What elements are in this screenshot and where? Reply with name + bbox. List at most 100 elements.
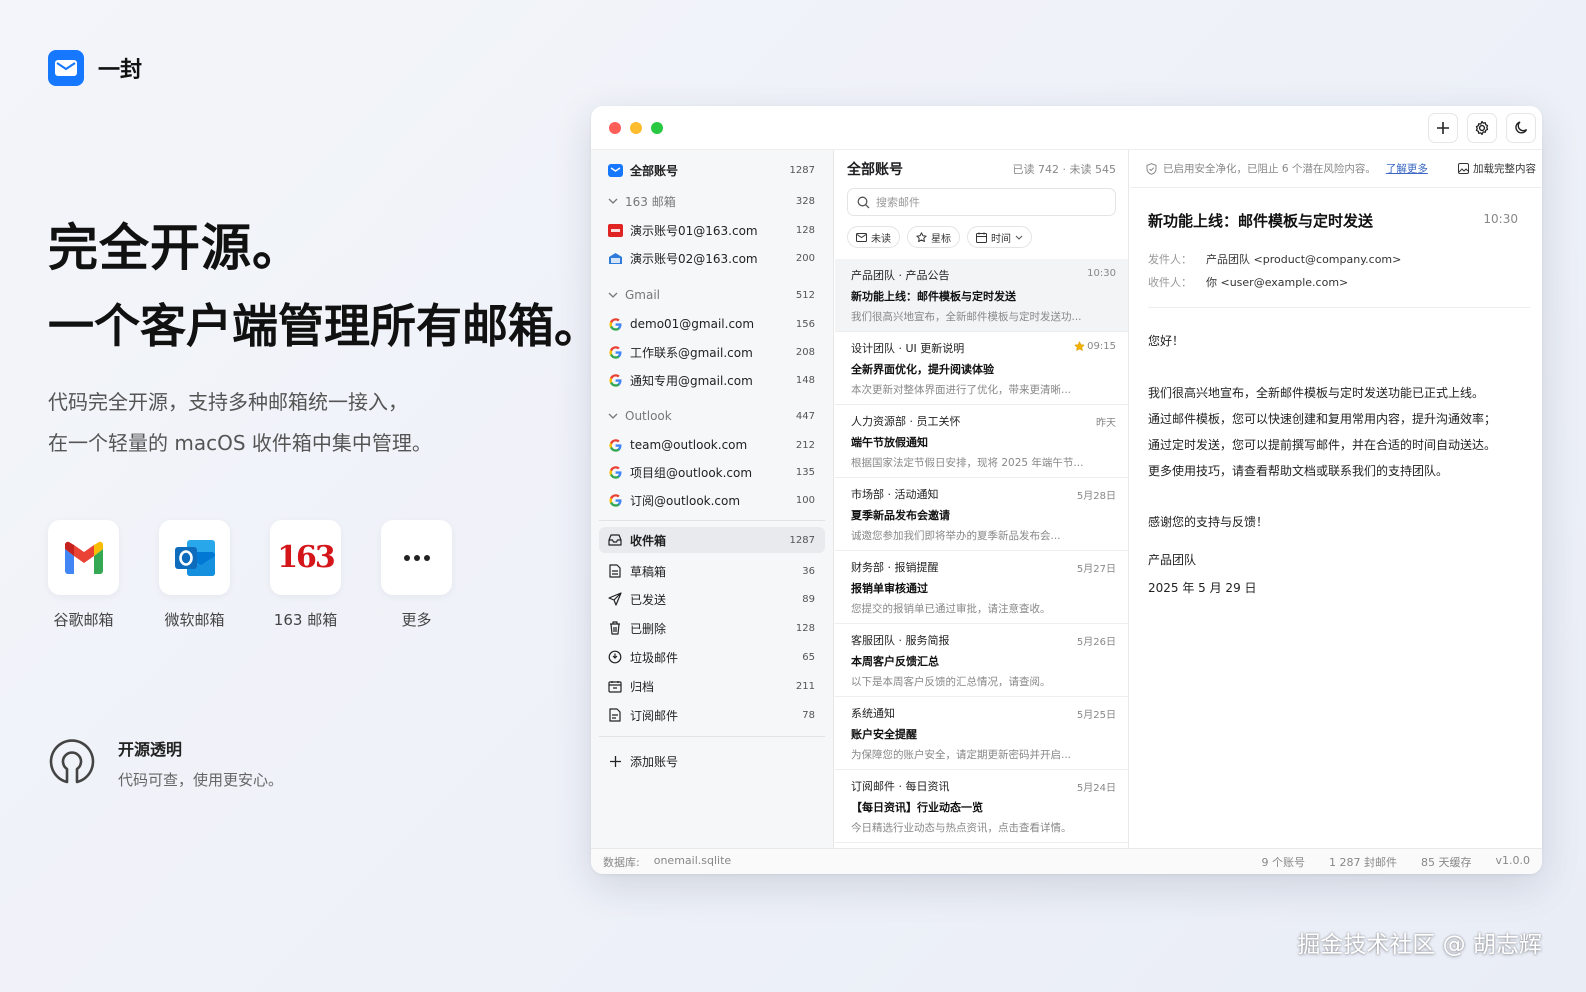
mail-sender: 客服团队 · 服务简报	[851, 634, 950, 647]
folder-label: 订阅邮件	[630, 708, 679, 723]
load-full-content-button[interactable]: 加载完整内容	[1458, 161, 1536, 176]
hero-headline-1: 完全开源。	[48, 219, 303, 277]
theme-toggle-button[interactable]	[1506, 112, 1536, 143]
version-label: v1.0.0	[1495, 853, 1531, 867]
chevron-down-icon	[1015, 235, 1023, 240]
sidebar-folder-trash[interactable]: 已删除 128	[599, 615, 825, 641]
folder-count: 89	[802, 593, 815, 605]
sidebar-folder-drafts[interactable]: 草稿箱 36	[599, 558, 825, 584]
group-count: 447	[795, 410, 815, 422]
163-logo-text: 163	[277, 540, 336, 575]
account-label: 项目组@outlook.com	[630, 465, 753, 480]
mail-item[interactable]: 订阅邮件 · 每日资讯 5月24日 【每日资讯】行业动态一览 今日精选行业动态与…	[835, 770, 1128, 843]
mail-item[interactable]: 财务部 · 报销提醒 5月27日 报销单审核通过 您提交的报销单已通过审批，请注…	[835, 551, 1128, 624]
recipient-value[interactable]: 你 <user@example.com>	[1206, 276, 1348, 289]
filter-unread[interactable]: 未读	[847, 226, 900, 248]
moon-icon	[1514, 121, 1527, 134]
sidebar: 全部账号 1287 163 邮箱 328 演示账号01@163.com 128 …	[591, 150, 834, 848]
folder-label: 已删除	[630, 621, 667, 636]
sidebar-account[interactable]: demo01@gmail.com 156	[599, 311, 825, 337]
folder-count: 128	[795, 622, 815, 634]
sidebar-group-gmail[interactable]: Gmail 512	[599, 282, 825, 308]
provider-label: 更多	[401, 611, 432, 629]
hero-headline-2: 一个客户端管理所有邮箱。	[48, 299, 600, 353]
mail-item[interactable]: 产品团队 · 产品公告 10:30 新功能上线：邮件模板与定时发送 我们很高兴地…	[835, 259, 1128, 332]
mail-account-icon	[607, 250, 623, 266]
mail-preview: 我们很高兴地宣布，全新邮件模板与定时发送功...	[851, 311, 1082, 323]
sidebar-group-163[interactable]: 163 邮箱 328	[599, 188, 825, 214]
sidebar-folder-spam[interactable]: 垃圾邮件 65	[599, 644, 825, 670]
provider-more[interactable]: 更多	[381, 520, 452, 630]
sidebar-item-label: 全部账号	[630, 163, 679, 178]
provider-gmail[interactable]: 谷歌邮箱	[48, 520, 119, 630]
mail-subject: 全新界面优化，提升阅读体验	[851, 363, 994, 376]
filter-time[interactable]: 时间	[967, 226, 1032, 248]
account-count-status: 9 个账号	[1261, 855, 1306, 869]
chevron-down-icon	[607, 287, 619, 303]
mail-item[interactable]: 客服团队 · 服务简报 5月26日 本周客户反馈汇总 以下是本周客户反馈的汇总情…	[835, 624, 1128, 697]
watermark: 掘金技术社区 @ 胡志辉	[1297, 932, 1542, 958]
folder-label: 收件箱	[630, 533, 667, 548]
sidebar-item-all-accounts[interactable]: 全部账号 1287	[599, 157, 825, 183]
mail-subject: 新功能上线：邮件模板与定时发送	[851, 290, 1016, 303]
learn-more-link[interactable]: 了解更多	[1386, 161, 1428, 176]
sidebar-folder-archive[interactable]: 归档 211	[599, 673, 825, 699]
mail-time: 5月28日	[1077, 487, 1116, 502]
database-info: 数据库: onemail.sqlite	[603, 854, 731, 870]
minimize-button[interactable]	[630, 121, 642, 134]
provider-label: 163 邮箱	[273, 611, 338, 629]
account-count: 135	[795, 466, 815, 478]
search-input[interactable]: 搜索邮件	[847, 188, 1116, 216]
google-icon	[607, 492, 623, 508]
provider-163[interactable]: 163 163 邮箱	[270, 520, 341, 630]
sidebar-account[interactable]: 演示账号02@163.com 200	[599, 245, 825, 271]
description-line-2: 在一个轻量的 macOS 收件箱中集中管理。	[48, 431, 432, 455]
account-count: 200	[795, 252, 815, 264]
google-icon	[607, 464, 623, 480]
zoom-button[interactable]	[651, 121, 663, 134]
database-label: 数据库:	[603, 855, 640, 869]
sidebar-account[interactable]: 通知专用@gmail.com 148	[599, 367, 825, 393]
sidebar-folder-sent[interactable]: 已发送 89	[599, 586, 825, 612]
app-window: 全部账号 1287 163 邮箱 328 演示账号01@163.com 128 …	[591, 106, 1542, 874]
plus-icon	[607, 753, 623, 769]
outlook-icon	[159, 520, 230, 595]
account-count: 128	[795, 224, 815, 236]
compose-button[interactable]	[1428, 112, 1458, 143]
mail-item[interactable]: 设计团队 · UI 更新说明 09:15 全新界面优化，提升阅读体验 本次更新对…	[835, 332, 1128, 405]
mail-item[interactable]: 市场部 · 活动通知 5月28日 夏季新品发布会邀请 诚邀您参加我们即将举办的夏…	[835, 478, 1128, 551]
mail-item[interactable]: 人力资源部 · 员工关怀 昨天 端午节放假通知 根据国家法定节假日安排，现将 2…	[835, 405, 1128, 478]
title-bar	[591, 106, 1542, 150]
sidebar-account[interactable]: team@outlook.com 212	[599, 432, 825, 458]
sidebar-folder-inbox[interactable]: 收件箱 1287	[599, 527, 825, 553]
sidebar-account[interactable]: 演示账号01@163.com 128	[599, 217, 825, 243]
sidebar-account[interactable]: 订阅@outlook.com 100	[599, 487, 825, 513]
mail-item[interactable]: 系统通知 5月25日 账户安全提醒 为保障您的账户安全，请定期更新密码并开启..…	[835, 697, 1128, 770]
settings-button[interactable]	[1467, 112, 1497, 143]
hero-description: 代码完全开源，支持多种邮箱统一接入， 在一个轻量的 macOS 收件箱中集中管理…	[48, 382, 432, 464]
account-count: 212	[795, 439, 815, 451]
google-icon	[607, 437, 623, 453]
sidebar-folder-subscriptions[interactable]: 订阅邮件 78	[599, 702, 825, 728]
provider-outlook[interactable]: 微软邮箱	[159, 520, 230, 630]
add-account-button[interactable]: 添加账号	[599, 748, 825, 774]
mail-preview: 今日精选行业动态与热点资讯，点击查看详情。	[851, 822, 1072, 834]
sidebar-group-outlook[interactable]: Outlook 447	[599, 403, 825, 429]
account-count: 208	[795, 346, 815, 358]
mail-preview: 为保障您的账户安全，请定期更新密码并开启...	[851, 749, 1072, 761]
folder-count: 78	[802, 709, 815, 721]
sidebar-item-count: 1287	[789, 164, 815, 176]
account-label: 工作联系@gmail.com	[630, 345, 753, 360]
filter-starred[interactable]: 星标	[907, 226, 960, 248]
sender-value[interactable]: 产品团队 <product@company.com>	[1206, 253, 1401, 266]
mail-preview: 以下是本周客户反馈的汇总情况，请查阅。	[851, 676, 1051, 688]
google-icon	[607, 344, 623, 360]
star-icon	[916, 231, 927, 242]
sidebar-account[interactable]: 项目组@outlook.com 135	[599, 459, 825, 485]
account-count: 100	[795, 494, 815, 506]
mail-subject: 夏季新品发布会邀请	[851, 509, 950, 522]
close-button[interactable]	[609, 121, 621, 134]
mail-time: 5月24日	[1077, 779, 1116, 794]
folder-label: 已发送	[630, 592, 667, 607]
sidebar-account[interactable]: 工作联系@gmail.com 208	[599, 339, 825, 365]
